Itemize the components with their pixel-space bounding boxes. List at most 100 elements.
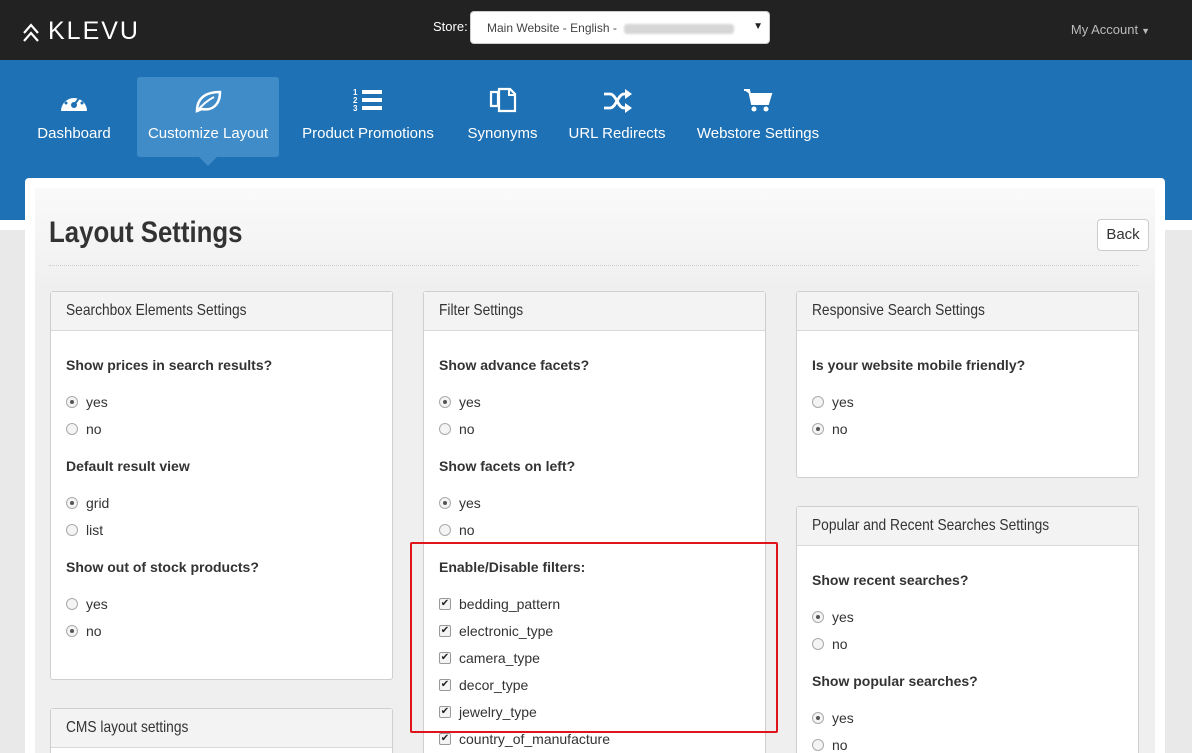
question-facets-left: Show facets on left? [439,458,576,474]
nav-synonyms[interactable]: Synonyms [460,77,545,157]
highlight-box [410,542,778,733]
nav-dashboard[interactable]: Dashboard [28,77,120,157]
radio-button[interactable] [439,524,451,536]
panel-heading: Popular and Recent Searches Settings [797,507,1138,546]
radio-button[interactable] [66,423,78,435]
panel-title: Filter Settings [439,302,524,319]
nav-webstore-settings-label: Webstore Settings [696,125,820,142]
radio-recent-no[interactable]: no [812,636,848,652]
logo-text: KLEVU [48,17,140,45]
panel-heading: Filter Settings [424,292,765,331]
radio-label: no [832,737,848,753]
active-nav-pointer [199,157,217,166]
radio-popular-yes[interactable]: yes [812,710,854,726]
radio-button[interactable] [812,611,824,623]
radio-button[interactable] [66,497,78,509]
svg-text:3: 3 [353,104,358,113]
radio-advance-facets-no[interactable]: no [439,421,475,437]
radio-button[interactable] [812,423,824,435]
radio-button[interactable] [66,396,78,408]
klevu-logo[interactable]: KLEVU [22,17,140,46]
radio-popular-no[interactable]: no [812,737,848,753]
question-show-prices: Show prices in search results? [66,357,273,373]
leaf-icon [195,90,222,113]
radio-label: yes [459,394,481,410]
radio-button[interactable] [66,625,78,637]
caret-down-icon: ▼ [1141,26,1150,36]
radio-label: no [832,636,848,652]
question-default-view: Default result view [66,458,190,474]
radio-label: yes [832,394,854,410]
radio-button[interactable] [439,396,451,408]
radio-button[interactable] [439,497,451,509]
radio-label: no [832,421,848,437]
nav-webstore-settings[interactable]: Webstore Settings [690,77,826,157]
radio-facets-left-no[interactable]: no [439,522,475,538]
radio-advance-facets-yes[interactable]: yes [439,394,481,410]
checkbox-filter[interactable]: ✔ country_of_manufacture [439,731,610,747]
store-select-value: Main Website - English - [487,21,621,35]
radio-view-grid[interactable]: grid [66,495,109,511]
nav-customize-layout[interactable]: Customize Layout [137,77,279,157]
radio-show-prices-no[interactable]: no [66,421,102,437]
panel-heading: Searchbox Elements Settings [51,292,392,331]
radio-label: no [459,522,475,538]
nav-product-promotions[interactable]: 1 2 3 Product Promotions [297,77,439,157]
radio-label: grid [86,495,110,511]
radio-label: no [86,623,102,639]
logo-chevron-icon [23,22,39,42]
store-label: Store: [433,19,468,34]
store-select[interactable]: Main Website - English - ▼ [470,11,770,44]
panel-title: CMS layout settings [66,719,189,736]
nav-product-promotions-label: Product Promotions [302,125,434,142]
panel-title: Responsive Search Settings [812,302,985,319]
radio-button[interactable] [812,638,824,650]
question-advance-facets: Show advance facets? [439,357,590,373]
radio-out-of-stock-yes[interactable]: yes [66,596,108,612]
cms-layout-panel: CMS layout settings [50,708,393,753]
radio-button[interactable] [812,739,824,751]
radio-label: yes [86,596,108,612]
panel-title: Popular and Recent Searches Settings [812,517,1050,534]
radio-button[interactable] [66,598,78,610]
radio-label: yes [832,710,854,726]
radio-view-list[interactable]: list [66,522,103,538]
back-button[interactable]: Back [1097,219,1149,251]
nav-url-redirects[interactable]: URL Redirects [563,77,671,157]
checkbox-label: country_of_manufacture [459,731,610,747]
radio-button[interactable] [439,423,451,435]
popular-recent-searches-panel: Popular and Recent Searches Settings Sho… [796,506,1139,753]
question-recent-searches: Show recent searches? [812,572,969,588]
question-popular-searches: Show popular searches? [812,673,978,689]
question-mobile-friendly: Is your website mobile friendly? [812,357,1026,373]
nav-dashboard-label: Dashboard [37,125,111,142]
ordered-list-icon: 1 2 3 [353,88,382,113]
radio-label: no [459,421,475,437]
radio-mobile-no[interactable]: no [812,421,848,437]
select-caret-icon: ▼ [753,21,763,32]
my-account-menu[interactable]: My Account ▼ [1071,22,1150,37]
radio-show-prices-yes[interactable]: yes [66,394,108,410]
dashboard-icon [61,93,87,111]
radio-button[interactable] [812,712,824,724]
copy-icon [489,87,516,113]
nav-url-redirects-label: URL Redirects [568,125,666,142]
radio-facets-left-yes[interactable]: yes [439,495,481,511]
radio-button[interactable] [812,396,824,408]
radio-label: no [86,421,102,437]
nav-customize-layout-label: Customize Layout [147,125,269,142]
radio-button[interactable] [66,524,78,536]
radio-out-of-stock-no[interactable]: no [66,623,102,639]
page-header: Layout Settings Back [35,188,1155,284]
radio-label: yes [832,609,854,625]
redacted-url [624,23,735,34]
radio-recent-yes[interactable]: yes [812,609,854,625]
top-bar: KLEVU Store: Main Website - English - ▼ … [0,0,1192,60]
shuffle-icon [604,89,632,113]
radio-label: list [86,522,104,538]
page-title: Layout Settings [49,216,243,249]
panel-title: Searchbox Elements Settings [66,302,247,319]
nav-synonyms-label: Synonyms [467,125,538,142]
radio-mobile-yes[interactable]: yes [812,394,854,410]
checkbox-checked-icon[interactable]: ✔ [439,733,451,745]
